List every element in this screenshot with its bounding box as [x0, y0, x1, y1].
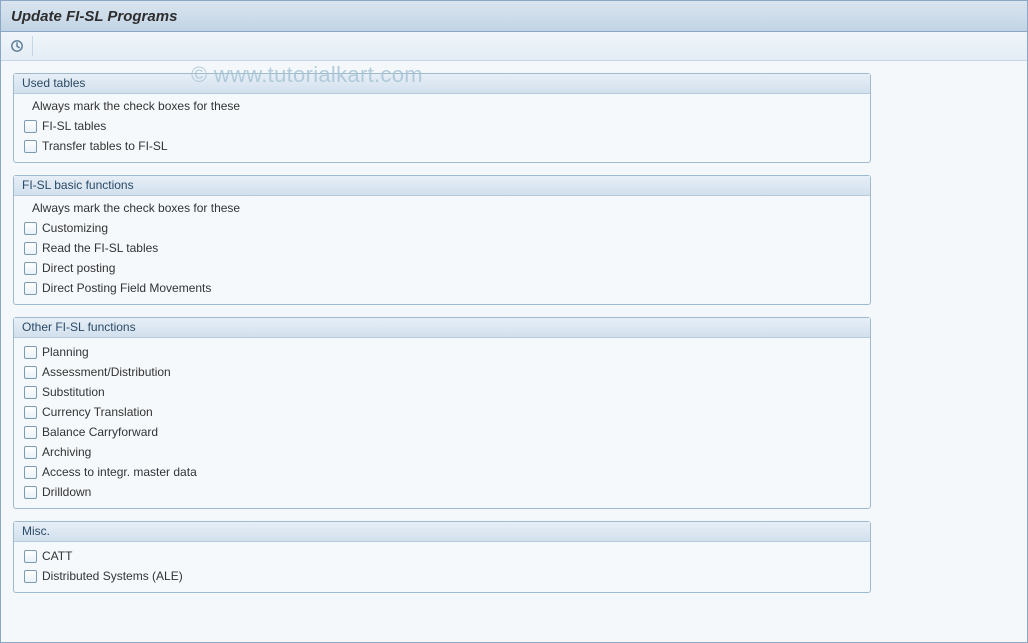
checkbox-row-substitution[interactable]: Substitution	[22, 382, 862, 402]
checkbox-row-currency[interactable]: Currency Translation	[22, 402, 862, 422]
label-planning: Planning	[42, 343, 89, 361]
group-body-used-tables: Always mark the check boxes for these FI…	[14, 94, 870, 162]
toolbar: © www.tutorialkart.com	[1, 32, 1027, 61]
group-body-misc: CATT Distributed Systems (ALE)	[14, 542, 870, 592]
checkbox-row-direct-posting-fm[interactable]: Direct Posting Field Movements	[22, 278, 862, 298]
group-used-tables: Used tables Always mark the check boxes …	[13, 73, 871, 163]
checkbox-archiving[interactable]	[24, 446, 37, 459]
checkbox-direct-posting[interactable]	[24, 262, 37, 275]
label-read-fisl: Read the FI-SL tables	[42, 239, 158, 257]
label-customizing: Customizing	[42, 219, 108, 237]
execute-button[interactable]	[7, 36, 27, 56]
group-body-basic-functions: Always mark the check boxes for these Cu…	[14, 196, 870, 304]
checkbox-customizing[interactable]	[24, 222, 37, 235]
checkbox-dist-systems[interactable]	[24, 570, 37, 583]
checkbox-row-access-master[interactable]: Access to integr. master data	[22, 462, 862, 482]
checkbox-currency[interactable]	[24, 406, 37, 419]
basic-functions-hint: Always mark the check boxes for these	[22, 200, 862, 218]
content-area: Used tables Always mark the check boxes …	[1, 61, 1027, 642]
checkbox-row-assess-dist[interactable]: Assessment/Distribution	[22, 362, 862, 382]
toolbar-separator	[32, 36, 33, 56]
checkbox-assess-dist[interactable]	[24, 366, 37, 379]
label-catt: CATT	[42, 547, 72, 565]
checkbox-planning[interactable]	[24, 346, 37, 359]
label-fisl-tables: FI-SL tables	[42, 117, 106, 135]
label-substitution: Substitution	[42, 383, 105, 401]
checkbox-drilldown[interactable]	[24, 486, 37, 499]
clock-icon	[10, 39, 24, 53]
checkbox-row-read-fisl[interactable]: Read the FI-SL tables	[22, 238, 862, 258]
label-balance-cf: Balance Carryforward	[42, 423, 158, 441]
checkbox-row-drilldown[interactable]: Drilldown	[22, 482, 862, 502]
group-other-functions: Other FI-SL functions Planning Assessmen…	[13, 317, 871, 509]
checkbox-row-planning[interactable]: Planning	[22, 342, 862, 362]
checkbox-row-archiving[interactable]: Archiving	[22, 442, 862, 462]
label-direct-posting: Direct posting	[42, 259, 115, 277]
group-body-other-functions: Planning Assessment/Distribution Substit…	[14, 338, 870, 508]
checkbox-direct-posting-fm[interactable]	[24, 282, 37, 295]
group-header-other-functions: Other FI-SL functions	[14, 318, 870, 338]
label-direct-posting-fm: Direct Posting Field Movements	[42, 279, 211, 297]
sap-window: Update FI-SL Programs © www.tutorialkart…	[0, 0, 1028, 643]
checkbox-row-dist-systems[interactable]: Distributed Systems (ALE)	[22, 566, 862, 586]
group-misc: Misc. CATT Distributed Systems (ALE)	[13, 521, 871, 593]
label-assess-dist: Assessment/Distribution	[42, 363, 171, 381]
checkbox-row-fisl-tables[interactable]: FI-SL tables	[22, 116, 862, 136]
label-access-master: Access to integr. master data	[42, 463, 197, 481]
label-transfer-tables: Transfer tables to FI-SL	[42, 137, 168, 155]
group-header-used-tables: Used tables	[14, 74, 870, 94]
checkbox-access-master[interactable]	[24, 466, 37, 479]
label-drilldown: Drilldown	[42, 483, 91, 501]
checkbox-row-balance-cf[interactable]: Balance Carryforward	[22, 422, 862, 442]
checkbox-row-direct-posting[interactable]: Direct posting	[22, 258, 862, 278]
used-tables-hint: Always mark the check boxes for these	[22, 98, 862, 116]
checkbox-transfer-tables[interactable]	[24, 140, 37, 153]
checkbox-row-transfer-tables[interactable]: Transfer tables to FI-SL	[22, 136, 862, 156]
titlebar: Update FI-SL Programs	[1, 1, 1027, 32]
checkbox-row-catt[interactable]: CATT	[22, 546, 862, 566]
page-title: Update FI-SL Programs	[11, 8, 177, 25]
checkbox-row-customizing[interactable]: Customizing	[22, 218, 862, 238]
checkbox-balance-cf[interactable]	[24, 426, 37, 439]
group-header-basic-functions: FI-SL basic functions	[14, 176, 870, 196]
label-currency: Currency Translation	[42, 403, 153, 421]
label-archiving: Archiving	[42, 443, 91, 461]
checkbox-substitution[interactable]	[24, 386, 37, 399]
group-basic-functions: FI-SL basic functions Always mark the ch…	[13, 175, 871, 305]
group-header-misc: Misc.	[14, 522, 870, 542]
label-dist-systems: Distributed Systems (ALE)	[42, 567, 183, 585]
checkbox-catt[interactable]	[24, 550, 37, 563]
checkbox-read-fisl[interactable]	[24, 242, 37, 255]
checkbox-fisl-tables[interactable]	[24, 120, 37, 133]
